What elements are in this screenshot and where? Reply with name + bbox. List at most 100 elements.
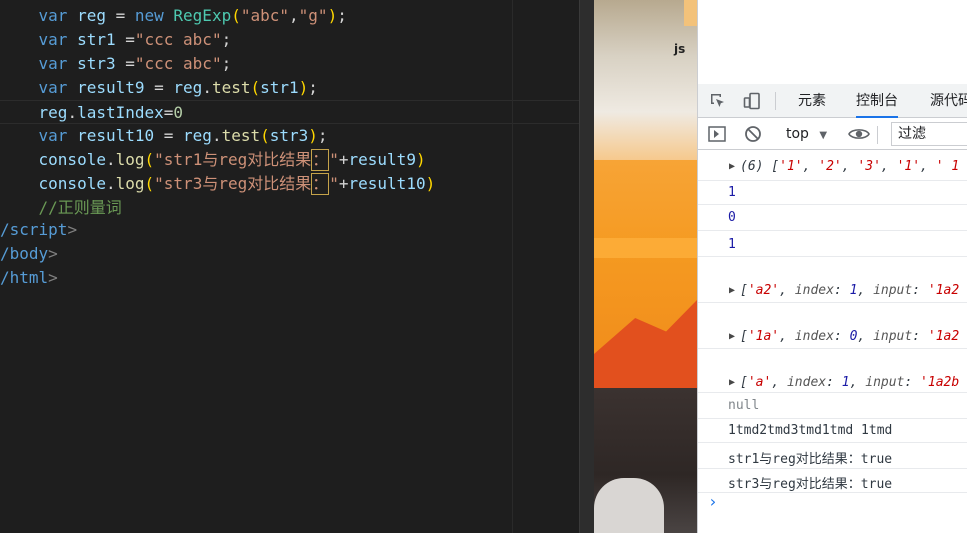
code-token: log — [115, 150, 145, 169]
console-message[interactable]: ▶ ['a', index: 1, input: '1a2b — [698, 349, 967, 393]
preview-partial-text: js — [674, 42, 686, 56]
expand-triangle-icon[interactable]: ▶ — [729, 377, 735, 388]
console-token: , — [880, 159, 897, 174]
code-token: . — [202, 78, 212, 97]
context-selector[interactable]: top ▼ — [786, 124, 827, 144]
code-token: "ccc abc" — [134, 30, 222, 49]
code-token: . — [67, 103, 78, 122]
console-number: 0 — [728, 210, 736, 225]
console-token: : — [833, 329, 850, 344]
console-token: : — [833, 283, 850, 298]
console-token: input — [873, 283, 913, 298]
console-object-preview: ['1a', index: 0, input: '1a2 — [740, 329, 959, 344]
console-message[interactable]: ▶ (6) ['1', '2', '3', '1', ' 1 — [698, 151, 967, 181]
clear-console-icon[interactable] — [742, 118, 764, 150]
console-token: '1' — [896, 159, 921, 174]
code-line[interactable]: var result10 = reg.test(str3); — [0, 124, 580, 148]
page-preview: js — [594, 0, 697, 533]
code-token: str3 — [269, 126, 309, 145]
console-object-preview: ['a', index: 1, input: '1a2b — [740, 375, 959, 390]
console-token: [ — [740, 375, 748, 390]
eye-icon[interactable] — [848, 118, 870, 150]
console-text: str1与reg对比结果：true — [728, 452, 893, 467]
tab-sources[interactable]: 源代码 — [930, 84, 967, 118]
code-line[interactable]: console.log("str1与reg对比结果："+result9) — [0, 148, 580, 172]
code-line[interactable]: var reg = new RegExp("abc","g"); — [0, 4, 580, 28]
console-token: input — [865, 375, 905, 390]
console-token: '1' — [779, 159, 803, 174]
code-token: ; — [308, 78, 318, 97]
console-token: '3' — [857, 159, 881, 174]
console-message: str3与reg对比结果：true — [698, 469, 967, 493]
devtools-tabbar: 元素控制台源代码 — [698, 84, 967, 118]
console-message: 1 — [698, 181, 967, 205]
code-line[interactable]: var result9 = reg.test(str1); — [0, 76, 580, 100]
code-token: var — [38, 54, 68, 73]
sidebar-toggle-icon[interactable] — [706, 118, 728, 150]
filter-input[interactable] — [891, 122, 967, 146]
code-token: /script — [0, 220, 68, 239]
console-token: , — [779, 283, 795, 298]
code-line-current[interactable]: reg.lastIndex=0 — [0, 100, 580, 124]
preview-sky — [594, 0, 697, 160]
preview-sign — [684, 0, 697, 26]
code-token: ( — [231, 6, 241, 25]
inspect-element-icon[interactable] — [706, 84, 730, 122]
code-token: ( — [250, 78, 261, 97]
console-token: index — [786, 375, 827, 390]
console-token: , — [841, 159, 858, 174]
code-line[interactable]: /body> — [0, 242, 580, 266]
context-label: top — [786, 126, 809, 142]
expand-triangle-icon[interactable]: ▶ — [729, 285, 735, 296]
code-token: var — [38, 126, 68, 145]
console-token: ' 1 — [935, 159, 960, 174]
code-line[interactable]: var str3 ="ccc abc"; — [0, 52, 580, 76]
console-token: index — [794, 329, 834, 344]
code-token: "ccc abc" — [134, 54, 222, 73]
console-token: : — [912, 329, 928, 344]
code-line[interactable]: /script> — [0, 218, 580, 242]
code-token: console — [38, 174, 106, 193]
code-token: reg — [183, 126, 212, 145]
code-token: "g" — [298, 6, 328, 25]
minimap-divider — [512, 0, 513, 533]
console-token: '1a2b — [920, 375, 960, 390]
code-line[interactable]: console.log("str3与reg对比结果："+result10) — [0, 172, 580, 196]
code-token: ) — [308, 126, 318, 145]
console-message: str1与reg对比结果：true — [698, 443, 967, 469]
code-token: log — [115, 174, 145, 193]
code-line[interactable]: //正则量词 — [0, 196, 580, 220]
code-token: = — [125, 54, 135, 73]
console-output: ▶ (6) ['1', '2', '3', '1', ' 1 1 0 1 ▶ ['a2', … — [698, 151, 967, 533]
code-token: result9 — [67, 78, 155, 97]
code-token: > — [67, 220, 78, 239]
expand-triangle-icon[interactable]: ▶ — [729, 331, 735, 342]
editor-scrollbar[interactable] — [579, 0, 594, 533]
console-prompt[interactable]: › — [708, 492, 718, 511]
code-editor[interactable]: var reg = new RegExp("abc","g"); var str… — [0, 0, 580, 533]
console-message: 1tmd2tmd3tmd1tmd 1tmd — [698, 419, 967, 443]
tab-console[interactable]: 控制台 — [856, 84, 898, 118]
code-token: result10 — [67, 126, 164, 145]
code-token: = — [163, 126, 184, 145]
tab-elements[interactable]: 元素 — [798, 84, 826, 118]
code-token: . — [211, 126, 222, 145]
code-line[interactable]: /html> — [0, 266, 580, 290]
code-token: reg — [38, 103, 68, 122]
expand-triangle-icon[interactable]: ▶ — [729, 161, 735, 172]
console-token: '1a2 — [927, 283, 960, 298]
device-toggle-icon[interactable] — [740, 84, 764, 122]
console-token: [ — [740, 283, 748, 298]
code-token: lastIndex — [77, 103, 164, 122]
code-token: result9 — [348, 150, 416, 169]
code-token: + — [338, 150, 349, 169]
console-message[interactable]: ▶ ['1a', index: 0, input: '1a2 — [698, 303, 967, 349]
console-message[interactable]: ▶ ['a2', index: 1, input: '1a2 — [698, 257, 967, 303]
console-token: , — [849, 375, 866, 390]
code-line[interactable]: var str1 ="ccc abc"; — [0, 28, 580, 52]
